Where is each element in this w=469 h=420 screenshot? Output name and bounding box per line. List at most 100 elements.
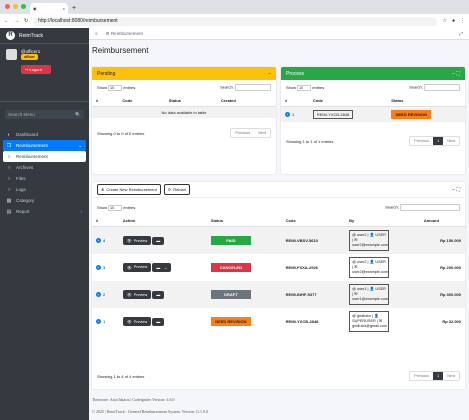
pending-header: Pending − bbox=[92, 67, 276, 80]
preview-button[interactable]: 👁 Preview bbox=[122, 290, 152, 299]
expand-icon[interactable]: ⛶ bbox=[456, 71, 460, 77]
length-select[interactable]: 10 bbox=[297, 84, 312, 91]
expand-icon[interactable]: ⛶ bbox=[456, 187, 460, 193]
expand-row-icon[interactable]: + bbox=[96, 292, 101, 297]
logout-button[interactable]: ↪ Logout bbox=[21, 65, 51, 74]
search-menu-input[interactable]: Search Menu 🔍 bbox=[5, 110, 84, 119]
chart-icon: ▤ bbox=[6, 208, 12, 215]
sidebar-item-category[interactable]: ▦ Category bbox=[3, 195, 86, 206]
sidebar-item-dashboard[interactable]: ◐ Dashboard bbox=[3, 129, 86, 140]
profile-icon[interactable]: ● bbox=[452, 18, 455, 24]
col-header[interactable]: Action bbox=[118, 215, 207, 227]
preview-button[interactable]: 👁 Preview bbox=[122, 236, 152, 245]
new-tab-button[interactable]: + bbox=[72, 3, 76, 14]
sidebar-item-files[interactable]: ○ Files bbox=[3, 173, 86, 184]
user-info: @ user1 | 👤 USER | ✉ user1@example.com bbox=[349, 284, 390, 305]
sidebar-item-logs[interactable]: ○ Logs bbox=[3, 184, 86, 195]
expand-row-icon[interactable]: + bbox=[285, 112, 290, 117]
folder-button[interactable]: ▬ ⌄ bbox=[152, 263, 172, 273]
entries-label: entries bbox=[123, 204, 136, 210]
col-header[interactable]: Created bbox=[216, 95, 276, 107]
brand[interactable]: R ReimTrack bbox=[0, 28, 89, 44]
preview-button[interactable]: 👁 Preview bbox=[122, 317, 152, 326]
minus-icon[interactable]: − bbox=[452, 187, 455, 193]
star-icon[interactable]: ☆ bbox=[442, 18, 446, 24]
preview-button[interactable]: 👁 Preview bbox=[122, 262, 152, 272]
user-line: @ gridtutor | 👤 SUPERUSER | ✉ bbox=[352, 314, 383, 323]
fullscreen-icon[interactable]: ⤢ bbox=[459, 31, 463, 36]
col-header[interactable]: Code bbox=[281, 215, 346, 227]
show-label: Show bbox=[286, 84, 297, 90]
back-icon[interactable]: ← bbox=[4, 18, 9, 24]
user-info: @ user2 | 👤 USER | ✉ user2@example.com bbox=[349, 257, 390, 278]
col-header[interactable]: # bbox=[92, 215, 119, 227]
card-title: Pending bbox=[97, 70, 116, 77]
folder-button[interactable]: ▬ bbox=[152, 237, 165, 245]
sidebar-item-reimbursement-group[interactable]: ❐ Reimbursement ⌄ bbox=[3, 140, 86, 151]
reload-button[interactable]: ⟳ Reload bbox=[163, 184, 190, 195]
sidebar-item-label: Logs bbox=[16, 187, 26, 192]
address-bar[interactable]: http://localhost:8080/reimbursement bbox=[33, 16, 438, 26]
length-select[interactable]: 10 bbox=[108, 84, 123, 91]
row-code: REIM-INHF-5377 bbox=[285, 292, 317, 297]
main-search-input[interactable] bbox=[400, 204, 460, 211]
pending-search-input[interactable] bbox=[235, 84, 271, 91]
expand-row-icon[interactable]: + bbox=[96, 238, 101, 243]
col-header[interactable]: Code bbox=[308, 95, 388, 107]
expand-row-icon[interactable]: + bbox=[96, 265, 101, 270]
process-search-input[interactable] bbox=[424, 84, 460, 91]
sidebar-item-label: Reimbursement bbox=[16, 154, 48, 159]
length-select[interactable]: 10 bbox=[108, 204, 123, 211]
minimize-window-button[interactable] bbox=[13, 4, 18, 9]
col-header[interactable]: # bbox=[92, 95, 119, 107]
close-window-button[interactable] bbox=[5, 4, 10, 9]
folder-icon: ▬ bbox=[156, 239, 161, 243]
col-header[interactable]: # bbox=[281, 95, 309, 107]
col-header[interactable]: Code bbox=[118, 95, 165, 107]
sidebar-item-reimbursement[interactable]: ○ Reimbursement bbox=[3, 151, 86, 162]
top-navbar: ≡ ⚙ Reimbursement ⤢ bbox=[89, 28, 469, 40]
minus-icon[interactable]: − bbox=[268, 71, 271, 77]
expand-row-icon[interactable]: + bbox=[96, 319, 101, 324]
chevron-down-icon[interactable]: ⌄ bbox=[164, 265, 167, 270]
col-header[interactable]: By bbox=[345, 215, 420, 227]
breadcrumb: ⚙ Reimbursement bbox=[105, 30, 143, 36]
eye-icon: 👁 bbox=[126, 239, 132, 243]
page-button[interactable]: 1 bbox=[433, 372, 444, 380]
next-button[interactable]: Next bbox=[443, 372, 459, 380]
sidebar-item-archives[interactable]: ○ Archives bbox=[3, 162, 86, 173]
col-header[interactable]: Amount bbox=[419, 215, 465, 227]
col-header[interactable]: Status bbox=[164, 95, 217, 107]
menu-icon[interactable]: ⋮ bbox=[460, 18, 465, 24]
sidebar-item-label: Report bbox=[16, 208, 30, 214]
col-header[interactable]: Status bbox=[387, 95, 465, 107]
close-tab-icon[interactable]: × bbox=[63, 6, 65, 11]
previous-button[interactable]: Previous bbox=[410, 137, 433, 145]
forward-icon[interactable]: → bbox=[14, 18, 19, 24]
row-number: 2 bbox=[103, 292, 106, 297]
next-button[interactable]: Next bbox=[443, 137, 459, 145]
search-icon[interactable]: 🔍 bbox=[75, 112, 81, 118]
minus-icon[interactable]: − bbox=[452, 71, 455, 77]
row-amount: Rp 300.000 bbox=[440, 292, 461, 297]
sidebar-item-label: Dashboard bbox=[16, 132, 39, 137]
hamburger-icon[interactable]: ≡ bbox=[95, 31, 98, 36]
sidebar-item-report[interactable]: ▤ Report ‹ bbox=[3, 206, 86, 217]
brand-name: ReimTrack bbox=[19, 32, 43, 39]
status-badge: NEED REVISION bbox=[210, 317, 251, 326]
row-code[interactable]: REIM-YXCB-2848 bbox=[312, 110, 354, 119]
browser-tab[interactable]: ◉ × bbox=[30, 3, 68, 14]
previous-button[interactable]: Previous bbox=[410, 372, 433, 380]
col-header[interactable]: Status bbox=[206, 215, 282, 227]
previous-button[interactable]: Previous bbox=[231, 129, 254, 137]
table-info: Showing 1 to 4 of 4 entries bbox=[97, 373, 145, 379]
row-number: 4 bbox=[103, 238, 106, 243]
folder-button[interactable]: ▬ bbox=[152, 291, 165, 299]
status-badge: DRAFT bbox=[210, 290, 251, 299]
folder-button[interactable]: ▬ bbox=[152, 318, 165, 326]
next-button[interactable]: Next bbox=[254, 129, 270, 137]
create-button[interactable]: ⊕ Create New Reimbursement bbox=[97, 184, 161, 195]
page-button[interactable]: 1 bbox=[433, 137, 444, 145]
reload-icon[interactable]: ↻ bbox=[24, 18, 28, 24]
maximize-window-button[interactable] bbox=[21, 4, 26, 9]
